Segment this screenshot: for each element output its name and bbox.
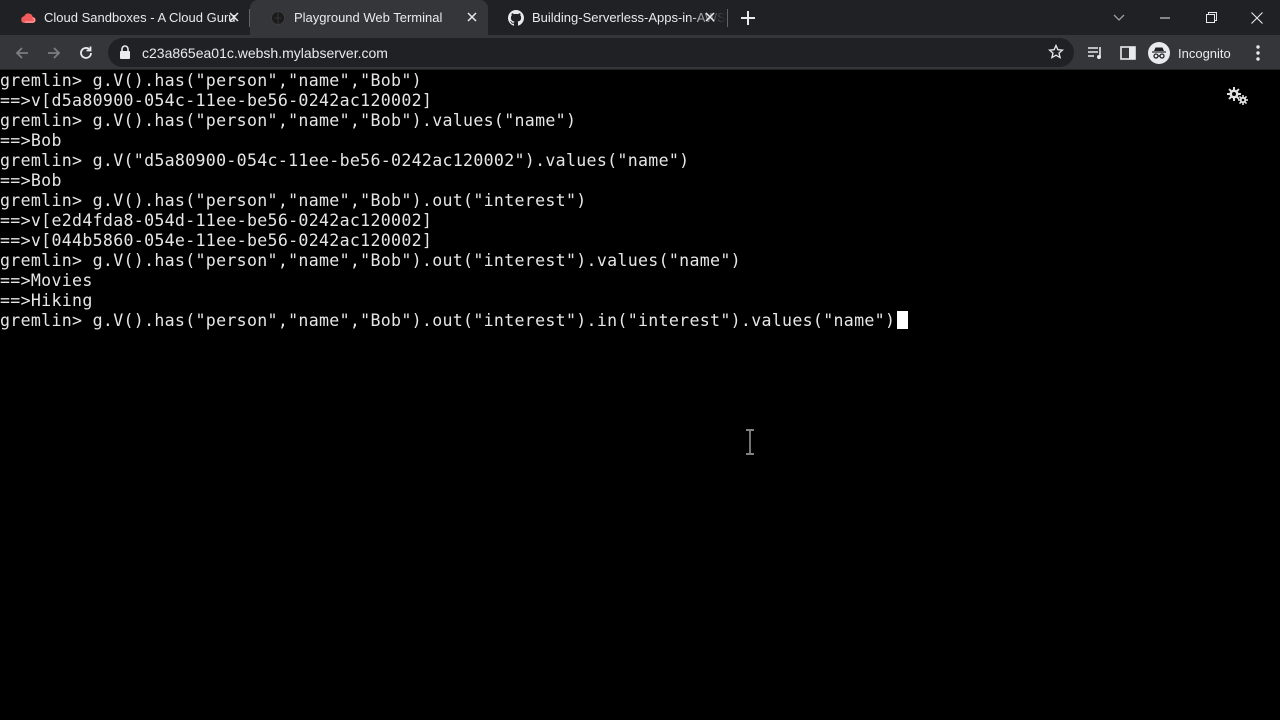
close-window-button[interactable] [1234,0,1280,35]
new-tab-button[interactable] [736,6,760,30]
terminal-settings-button[interactable] [1226,86,1250,106]
tab-playground-web-terminal[interactable]: Playground Web Terminal [250,0,488,35]
terminal-line: ==>v[044b5860-054e-11ee-be56-0242ac12000… [0,231,433,250]
close-icon [1251,11,1263,24]
terminal-line: gremlin> g.V().has("person","name","Bob"… [0,71,422,90]
media-control-button[interactable] [1086,43,1106,63]
web-terminal[interactable]: gremlin> g.V().has("person","name","Bob"… [0,71,1280,720]
browser-toolbar: c23a865ea01c.websh.mylabserver.com Incog… [0,35,1280,70]
chevron-down-icon [1113,14,1125,21]
terminal-input-line[interactable]: gremlin> g.V().has("person","name","Bob"… [0,311,909,331]
arrow-left-icon [15,47,28,59]
terminal-line: ==>Bob [0,131,62,150]
minimize-icon [1160,17,1170,18]
terminal-line: gremlin> g.V().has("person","name","Bob"… [0,111,577,130]
close-tab-icon[interactable] [464,9,480,25]
text-cursor-icon [746,429,754,455]
tab-title: Playground Web Terminal [294,10,443,25]
terminal-line: ==>v[e2d4fda8-054d-11ee-be56-0242ac12000… [0,211,433,230]
terminal-line: ==>v[d5a80900-054c-11ee-be56-0242ac12000… [0,91,433,110]
terminal-globe-icon [270,10,286,26]
lock-icon[interactable] [118,45,132,60]
arrow-right-icon [48,47,61,59]
terminal-cursor [897,311,909,329]
terminal-output: gremlin> g.V().has("person","name","Bob"… [0,71,909,331]
plus-icon [741,11,755,25]
forward-button[interactable] [40,39,68,67]
cloud-icon [20,10,36,26]
address-bar[interactable]: c23a865ea01c.websh.mylabserver.com [108,38,1074,67]
tab-building-serverless-apps[interactable]: Building-Serverless-Apps-in-AWS [488,0,726,35]
gears-icon [1227,87,1248,105]
back-button[interactable] [8,39,36,67]
close-tab-icon[interactable] [702,9,718,25]
terminal-line: ==>Movies [0,271,93,290]
profile-button[interactable]: Incognito [1148,41,1231,65]
side-panel-button[interactable] [1118,43,1138,63]
github-icon [508,9,524,26]
side-panel-icon [1120,46,1136,60]
tab-separator [727,9,728,27]
incognito-icon [1148,42,1170,64]
tab-title: Cloud Sandboxes - A Cloud Guru [44,10,236,25]
reload-button[interactable] [72,39,100,67]
terminal-line: gremlin> g.V().has("person","name","Bob"… [0,191,587,210]
more-vertical-icon [1256,45,1260,61]
browser-menu-button[interactable] [1250,43,1266,63]
terminal-current-command[interactable]: gremlin> g.V().has("person","name","Bob"… [0,311,895,330]
terminal-line: ==>Bob [0,171,62,190]
close-tab-icon[interactable] [226,9,242,25]
star-icon[interactable] [1048,44,1064,60]
tab-search-button[interactable] [1096,0,1142,35]
tab-cloud-sandboxes[interactable]: Cloud Sandboxes - A Cloud Guru [0,0,250,35]
reload-icon [80,46,92,59]
restore-button[interactable] [1188,0,1234,35]
tab-title: Building-Serverless-Apps-in-AWS [532,10,726,25]
minimize-button[interactable] [1142,0,1188,35]
terminal-line: ==>Hiking [0,291,93,310]
terminal-line: gremlin> g.V().has("person","name","Bob"… [0,251,741,270]
url-text[interactable]: c23a865ea01c.websh.mylabserver.com [142,45,388,61]
profile-label: Incognito [1178,45,1231,61]
restore-icon [1205,12,1217,23]
tab-strip: Cloud Sandboxes - A Cloud Guru Playgroun… [0,0,1280,35]
terminal-line: gremlin> g.V("d5a80900-054c-11ee-be56-02… [0,151,690,170]
playlist-icon [1088,47,1101,59]
